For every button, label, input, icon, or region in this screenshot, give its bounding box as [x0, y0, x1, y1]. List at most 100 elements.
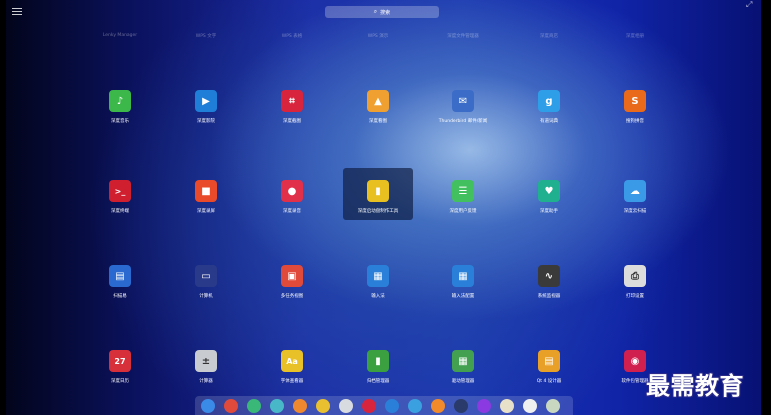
thunderbird-icon: ✉ — [452, 90, 474, 112]
app-tile[interactable]: ▤ Qt 4 设计器 — [514, 338, 584, 390]
cloud-scan-icon: ☁ — [624, 180, 646, 202]
image-viewer-icon[interactable] — [408, 399, 422, 413]
dock — [195, 396, 573, 415]
font-viewer-icon: Aa — [281, 350, 303, 372]
dictionary-icon: g — [538, 90, 560, 112]
app-tile[interactable]: >_ 深度终端 — [85, 168, 155, 220]
terminal-icon: >_ — [109, 180, 131, 202]
category-label[interactable]: 深度文件管理器 — [423, 33, 503, 39]
app-tile[interactable]: ⌗ 深度截图 — [257, 78, 327, 130]
app-label: 扫描易 — [113, 294, 127, 299]
file-manager-icon[interactable] — [270, 399, 284, 413]
app-tile[interactable]: ▦ 输入法 — [343, 253, 413, 305]
video-player-icon: ▶ — [195, 90, 217, 112]
assistant-icon: ♥ — [538, 180, 560, 202]
app-tile[interactable]: ▲ 深度看图 — [343, 78, 413, 130]
category-bar: Lenky Manager WPS 文字 WPS 表格 WPS 演示 深度文件管理器 深度… — [0, 33, 771, 41]
app-tile[interactable]: ▮ 归档管理器 — [343, 338, 413, 390]
app-tile[interactable]: S 搜狗拼音 — [600, 78, 670, 130]
watermark: 最需教育 — [646, 372, 744, 400]
category-label[interactable]: WPS 演示 — [338, 33, 418, 39]
app-label: 深度录屏 — [197, 209, 215, 214]
qt-designer-icon: ▤ — [538, 350, 560, 372]
app-label: 系统监视器 — [537, 294, 561, 299]
image-viewer-icon: ▲ — [367, 90, 389, 112]
multitask-icon[interactable] — [224, 399, 238, 413]
music-icon: ♪ — [109, 90, 131, 112]
multitask-icon: ▣ — [281, 265, 303, 287]
downloader-icon[interactable] — [431, 399, 445, 413]
driver-manager-icon: ▦ — [452, 350, 474, 372]
menu-icon[interactable] — [12, 6, 22, 15]
settings-icon[interactable] — [339, 399, 353, 413]
calculator-icon: ± — [195, 350, 217, 372]
app-tile[interactable]: ▤ 扫描易 — [85, 253, 155, 305]
app-label: 计算机 — [199, 294, 213, 299]
app-label: 深度用户反馈 — [449, 209, 477, 214]
app-label: 输入法 — [371, 294, 385, 299]
boot-maker-icon: ▮ — [367, 180, 389, 202]
chrome-icon[interactable] — [316, 399, 330, 413]
launcher-icon[interactable] — [201, 399, 215, 413]
search-box[interactable]: ⌕ 搜索 — [325, 6, 439, 18]
app-label: 字体查看器 — [280, 379, 304, 384]
app-store-icon[interactable] — [293, 399, 307, 413]
package-manager-icon: ◉ — [624, 350, 646, 372]
app-label: 多任务视图 — [280, 294, 304, 299]
app-label: 深度助手 — [540, 209, 558, 214]
app-tile[interactable]: ± 计算器 — [171, 338, 241, 390]
feedback-icon: ☰ — [452, 180, 474, 202]
category-label[interactable]: WPS 文字 — [166, 33, 246, 39]
shutdown-icon[interactable] — [477, 399, 491, 413]
app-tile[interactable]: ● 深度录音 — [257, 168, 327, 220]
app-tile[interactable]: g 有道词典 — [514, 78, 584, 130]
search-icon: ⌕ — [373, 8, 378, 15]
screen-edge-right — [761, 0, 771, 415]
screen-edge-left — [0, 0, 6, 415]
app-label: 驱动管理器 — [451, 379, 475, 384]
category-label[interactable]: WPS 表格 — [252, 33, 332, 39]
app-label: Qt 4 设计器 — [536, 379, 562, 384]
camera-icon[interactable] — [454, 399, 468, 413]
category-label[interactable]: Lenky Manager — [80, 33, 160, 38]
app-label: 打印设置 — [626, 294, 644, 299]
app-tile[interactable]: ▦ 驱动管理器 — [428, 338, 498, 390]
app-label: 深度终端 — [111, 209, 129, 214]
app-tile[interactable]: ▣ 多任务视图 — [257, 253, 327, 305]
clock-icon[interactable] — [500, 399, 514, 413]
app-label: 计算器 — [199, 379, 213, 384]
app-label: 有道词典 — [540, 119, 558, 124]
input-config-icon: ▦ — [452, 265, 474, 287]
screenshot-icon[interactable] — [362, 399, 376, 413]
app-tile[interactable]: ♥ 深度助手 — [514, 168, 584, 220]
category-label[interactable]: 深度商店 — [509, 33, 589, 39]
app-label: 搜狗拼音 — [626, 119, 644, 124]
clipboard-icon[interactable] — [523, 399, 537, 413]
app-label: 深度截图 — [283, 119, 301, 124]
app-tile[interactable]: ⎙ 打印设置 — [600, 253, 670, 305]
printer-icon: ⎙ — [624, 265, 646, 287]
app-tile[interactable]: 27 深度日历 — [85, 338, 155, 390]
input-method-icon: ▦ — [367, 265, 389, 287]
app-tile[interactable]: Aa 字体查看器 — [257, 338, 327, 390]
app-tile[interactable]: ▭ 计算机 — [171, 253, 241, 305]
app-label: 深度日历 — [111, 379, 129, 384]
app-tile[interactable]: ▶ 深度影院 — [171, 78, 241, 130]
app-tile[interactable]: ■ 深度录屏 — [171, 168, 241, 220]
app-tile[interactable]: ▮ 深度启动盘制作工具 — [343, 168, 413, 220]
app-tile[interactable]: ♪ 深度音乐 — [85, 78, 155, 130]
fullscreen-toggle-icon[interactable]: ⤢ — [746, 0, 752, 10]
trash-icon[interactable] — [546, 399, 560, 413]
app-label: 深度影院 — [197, 119, 215, 124]
app-tile[interactable]: ▦ 输入法配置 — [428, 253, 498, 305]
app-label: 深度音乐 — [111, 119, 129, 124]
app-tile[interactable]: ✉ Thunderbird 邮件/新闻 — [428, 78, 498, 130]
app-tile[interactable]: ☰ 深度用户反馈 — [428, 168, 498, 220]
app-label: 深度录音 — [283, 209, 301, 214]
category-label[interactable]: 深度相册 — [595, 33, 675, 39]
video-player-icon[interactable] — [385, 399, 399, 413]
app-label: Thunderbird 邮件/新闻 — [438, 119, 488, 124]
app-tile[interactable]: ☁ 深度云扫描 — [600, 168, 670, 220]
desktop-icon[interactable] — [247, 399, 261, 413]
app-tile[interactable]: ∿ 系统监视器 — [514, 253, 584, 305]
